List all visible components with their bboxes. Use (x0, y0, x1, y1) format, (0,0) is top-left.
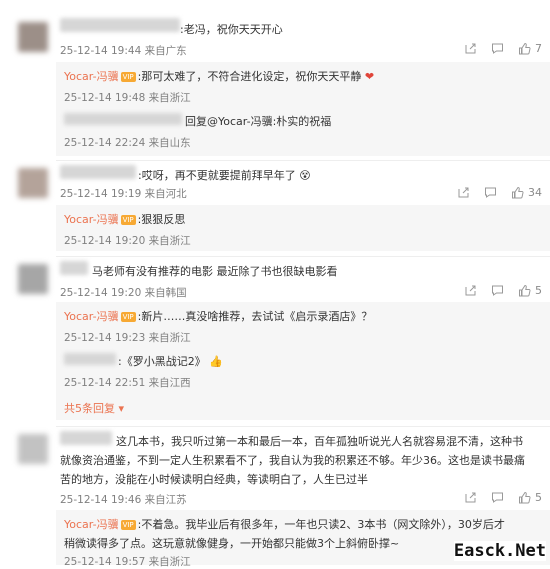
comment-actions: 7 (464, 42, 542, 55)
like-icon (518, 284, 531, 297)
like-button[interactable]: 5 (518, 284, 542, 297)
avatar[interactable] (18, 22, 48, 52)
reply-text: :那可太难了，不符合进化设定，祝你天天平静 (137, 70, 362, 83)
avatar[interactable] (18, 264, 48, 294)
comment-icon[interactable] (491, 284, 504, 297)
share-icon[interactable] (464, 42, 477, 55)
vip-badge: VIP (120, 72, 136, 82)
comment-text-line: 就像资治通鉴，不到一定人生积累看不了，我自认为我的积累还不够。年少36。这也是读… (60, 454, 525, 467)
reply-meta: 25-12-14 22:24 来自山东 (64, 137, 191, 149)
heart-emoji: ❤ (364, 70, 375, 83)
like-button[interactable]: 5 (518, 491, 542, 504)
expand-replies-link[interactable]: 共5条回复 ▾ (64, 400, 124, 416)
reply-text: :《罗小黑战记2》 👍 (118, 355, 223, 368)
reply-author[interactable]: Yocar-冯骥 (64, 213, 119, 226)
username-blurred[interactable] (60, 165, 136, 179)
reply-text: :新片……真没啥推荐，去试试《启示录酒店》？ (137, 310, 373, 323)
username-blurred[interactable] (64, 113, 182, 125)
comment-text: :老冯，祝你天天开心 (180, 23, 283, 36)
comment-text: 马老师有没有推荐的电影 最近除了书也很缺电影看 (92, 265, 338, 278)
emoji: 👍 (205, 355, 223, 368)
reply-item: Yocar-冯骥 VIP:新片……真没啥推荐，去试试《启示录酒店》？ (64, 308, 372, 324)
comment-icon[interactable] (491, 491, 504, 504)
share-icon[interactable] (457, 186, 470, 199)
comment-meta: 25-12-14 19:46 来自江苏 (60, 494, 187, 506)
comment-actions: 5 (464, 491, 542, 504)
avatar[interactable] (18, 434, 48, 464)
like-icon (518, 42, 531, 55)
reply-author[interactable]: Yocar-冯骥 (64, 310, 119, 323)
divider (56, 256, 550, 257)
reply-text-line: 稍微读得多了点。这玩意就像健身，一开始都只能做3个上斜俯卧撑~ (64, 537, 400, 550)
share-icon[interactable] (464, 284, 477, 297)
reply-meta: 25-12-14 19:20 来自浙江 (64, 235, 191, 247)
vip-badge: VIP (120, 215, 136, 225)
like-count: 7 (535, 42, 542, 55)
reply-meta: 25-12-14 19:23 来自浙江 (64, 332, 191, 344)
comment-text-line: 这几本书，我只听过第一本和最后一本，百年孤独听说光人名就容易混不清，这种书 (116, 435, 523, 448)
reply-item: Yocar-冯骥 VIP:狠狠反思 (64, 211, 185, 227)
reply-meta: 25-12-14 19:57 来自浙江 (64, 556, 191, 568)
chevron-down-icon: ▾ (115, 402, 125, 415)
like-count: 5 (535, 491, 542, 504)
reply-item: Yocar-冯骥 VIP:那可太难了，不符合进化设定，祝你天天平静 ❤ (64, 68, 374, 84)
username-blurred[interactable] (60, 431, 112, 445)
comment-meta: 25-12-14 19:19 来自河北 (60, 188, 187, 200)
divider (56, 160, 550, 161)
reply-item: Yocar-冯骥 VIP:不着急。我毕业后有很多年，一年也只读2、3本书（网文除外… (64, 516, 505, 532)
username-blurred[interactable] (60, 261, 88, 275)
share-icon[interactable] (464, 491, 477, 504)
reply-text: :狠狠反思 (137, 213, 186, 226)
comment-icon[interactable] (491, 42, 504, 55)
like-button[interactable]: 7 (518, 42, 542, 55)
vip-badge: VIP (120, 520, 136, 530)
reply-author[interactable]: Yocar-冯骥 (64, 70, 119, 83)
like-icon (518, 491, 531, 504)
username-blurred[interactable] (64, 353, 116, 365)
comment-actions: 34 (457, 186, 542, 199)
like-count: 5 (535, 284, 542, 297)
reply-author[interactable]: Yocar-冯骥 (64, 518, 119, 531)
username-blurred[interactable] (60, 18, 180, 32)
comment-text-line: 苦的地方，没能在小时候读明白经典，等读明白了，人生已过半 (60, 473, 368, 486)
comment-actions: 5 (464, 284, 542, 297)
vip-badge: VIP (120, 312, 136, 322)
like-count: 34 (528, 186, 542, 199)
divider (56, 426, 550, 427)
avatar[interactable] (18, 168, 48, 198)
reply-text: 回复@Yocar-冯骥:朴实的祝福 (185, 115, 332, 128)
reply-meta: 25-12-14 22:51 来自江西 (64, 377, 191, 389)
like-icon (511, 186, 524, 199)
reply-meta: 25-12-14 19:48 来自浙江 (64, 92, 191, 104)
comment-icon[interactable] (484, 186, 497, 199)
like-button[interactable]: 34 (511, 186, 542, 199)
emoji: 😵 (295, 169, 311, 182)
watermark-logo: Easck.Net (453, 541, 546, 561)
reply-text-line: :不着急。我毕业后有很多年，一年也只读2、3本书（网文除外），30岁后才 (137, 518, 505, 531)
comment-meta: 25-12-14 19:20 来自韩国 (60, 287, 187, 299)
comment-text: :哎呀，再不更就要提前拜早年了 😵 (138, 169, 311, 182)
comment-meta: 25-12-14 19:44 来自广东 (60, 45, 187, 57)
